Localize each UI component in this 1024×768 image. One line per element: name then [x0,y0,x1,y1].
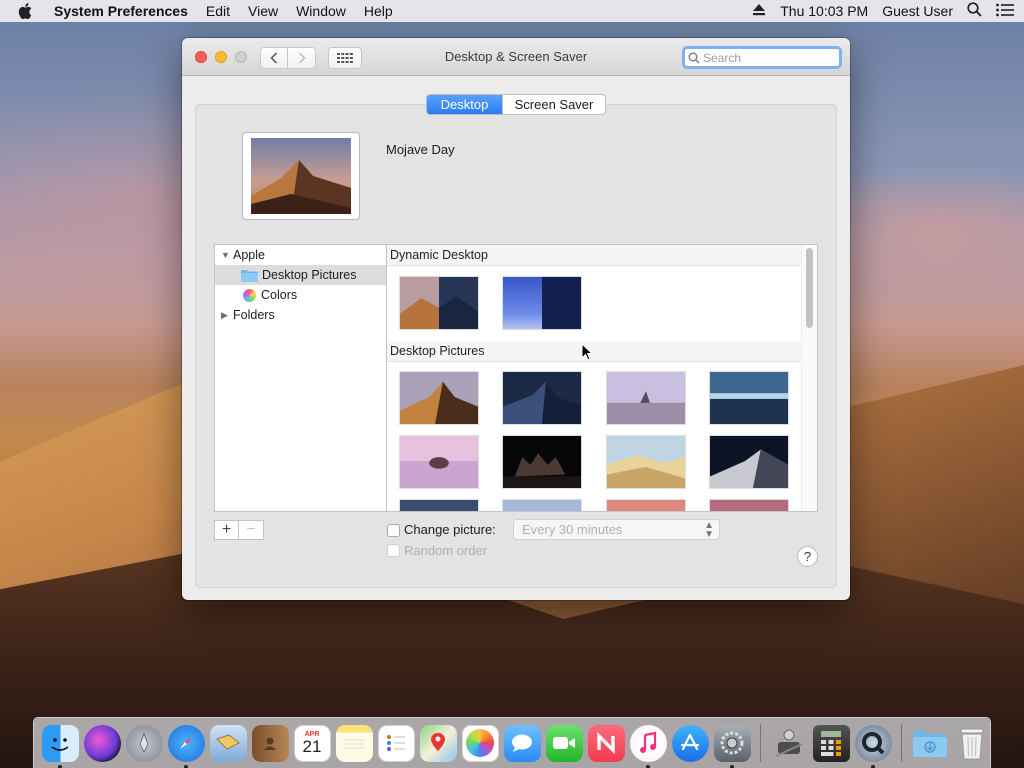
source-label: Colors [261,288,298,302]
folder-add-remove: + − [214,520,264,540]
quicktime-icon[interactable] [854,724,892,768]
source-label: Apple [233,248,265,262]
title-bar[interactable]: Desktop & Screen Saver Search [182,38,850,76]
wallpaper-thumb[interactable] [606,371,686,425]
wallpaper-thumb[interactable] [606,435,686,489]
calculator-icon[interactable] [812,724,850,762]
remove-folder-button[interactable]: − [239,520,264,540]
wallpaper-thumb[interactable] [502,499,582,511]
vertical-scrollbar[interactable] [801,245,817,511]
maps-icon[interactable] [419,724,457,762]
mail-icon[interactable] [209,724,247,762]
source-desktop-pictures[interactable]: Desktop Pictures [215,265,386,285]
search-placeholder: Search [703,50,742,65]
current-wallpaper-preview [242,132,360,220]
source-colors[interactable]: Colors [215,285,386,305]
trash-icon[interactable] [954,725,991,762]
tab-screen-saver[interactable]: Screen Saver [502,95,605,114]
folder-icon [241,269,258,282]
color-wheel-icon [243,288,256,302]
change-interval-popup[interactable]: Every 30 minutes ▲ ▼ [513,519,720,540]
news-icon[interactable] [587,724,625,762]
siri-icon[interactable] [83,724,121,762]
wallpaper-thumb[interactable] [399,499,479,511]
source-folders[interactable]: ▶ Folders [215,305,386,325]
wallpaper-thumb[interactable] [709,435,789,489]
tab-desktop[interactable]: Desktop [427,95,502,114]
wallpaper-thumb[interactable] [709,499,789,511]
launchpad-icon[interactable] [125,724,163,762]
wallpaper-thumb[interactable] [709,371,789,425]
wallpaper-thumb[interactable] [399,276,479,330]
notification-center-icon[interactable] [996,3,1014,20]
menu-app-name[interactable]: System Preferences [54,3,188,19]
add-folder-button[interactable]: + [214,520,239,540]
apple-menu-icon[interactable] [18,3,32,20]
calendar-icon[interactable]: APR 21 [293,724,331,762]
source-list: ▼ Apple Desktop Pictures Colors ▶ Folder… [214,244,386,512]
wallpaper-thumb[interactable] [502,435,582,489]
source-apple[interactable]: ▼ Apple [215,245,386,265]
preferences-window: Desktop & Screen Saver Search Desktop Sc… [182,38,850,600]
menu-user[interactable]: Guest User [882,3,953,19]
messages-icon[interactable] [503,724,541,762]
random-order-checkbox[interactable] [387,544,400,557]
contacts-icon[interactable] [251,724,289,762]
change-picture-checkbox[interactable] [387,524,400,537]
wallpaper-thumb[interactable] [399,371,479,425]
source-label: Folders [233,308,275,322]
menu-edit[interactable]: Edit [206,3,230,19]
menu-clock[interactable]: Thu 10:03 PM [780,3,868,19]
photos-icon[interactable] [461,724,499,762]
notes-icon[interactable] [335,724,373,762]
wallpaper-name: Mojave Day [386,142,455,157]
wallpaper-thumb[interactable] [606,499,686,511]
spotlight-icon[interactable] [967,2,982,20]
popup-arrows-icon: ▲ ▼ [704,520,714,540]
search-icon [688,52,700,63]
scrollbar-thumb[interactable] [806,248,813,328]
change-picture-label: Change picture: [404,522,496,537]
facetime-icon[interactable] [545,724,583,762]
disclosure-collapsed-icon[interactable]: ▶ [221,310,233,321]
downloads-folder-icon[interactable] [912,725,949,762]
menu-bar: System Preferences Edit View Window Help… [0,0,1024,22]
reminders-icon[interactable] [377,724,415,762]
safari-icon[interactable] [167,724,205,768]
mouse-cursor-icon [581,343,593,361]
help-button[interactable]: ? [797,546,818,567]
app-store-icon[interactable] [671,724,709,762]
system-preferences-icon[interactable] [713,724,751,768]
menu-window[interactable]: Window [296,3,346,19]
dock-separator [901,724,902,762]
interval-value: Every 30 minutes [522,522,623,537]
utility-icon[interactable] [771,725,808,762]
wallpaper-preview-image [251,138,351,214]
wallpaper-thumb[interactable] [399,435,479,489]
menu-help[interactable]: Help [364,3,393,19]
dock: APR 21 [33,717,991,768]
wallpaper-thumb[interactable] [502,371,582,425]
source-label: Desktop Pictures [262,268,357,282]
tab-control: Desktop Screen Saver [426,94,606,115]
dock-separator [760,724,761,762]
eject-icon[interactable] [752,3,766,19]
menu-view[interactable]: View [248,3,278,19]
wallpaper-thumb[interactable] [502,276,582,330]
finder-icon[interactable] [41,724,79,768]
disclosure-expanded-icon[interactable]: ▼ [221,250,233,260]
section-header-dynamic: Dynamic Desktop [387,245,801,266]
section-header-pictures: Desktop Pictures [387,341,801,362]
music-icon[interactable] [629,724,667,768]
calendar-day: 21 [302,737,322,756]
wallpaper-browser: Dynamic Desktop Desktop Pictures [386,244,818,512]
search-field[interactable]: Search [682,46,842,69]
random-order-label: Random order [404,543,488,558]
